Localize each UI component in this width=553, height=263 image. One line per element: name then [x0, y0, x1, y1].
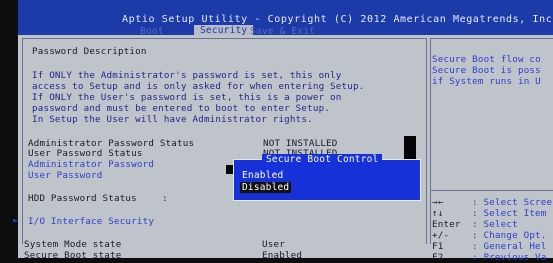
key-label: Enter: [432, 219, 461, 230]
arrow-keys-horizontal-icon: →←: [432, 197, 444, 208]
key-hint-help: F1 : General Hel: [432, 241, 547, 252]
key-hint-change: +/- : Change Opt.: [432, 230, 547, 241]
help-text-line: Secure Boot is poss: [432, 65, 541, 76]
description-line: If ONLY the Administrator's password is …: [32, 70, 342, 81]
key-hint-enter: Enter : Select: [432, 219, 518, 230]
key-label: F1: [432, 241, 444, 252]
help-text-line: if System runs in U: [432, 76, 541, 87]
secure-boot-state-label: Secure Boot state: [24, 250, 122, 261]
key-hint-desc: : Select Scree: [472, 197, 553, 208]
bios-screen: Aptio Setup Utility - Copyright (C) 2012…: [0, 0, 553, 263]
help-text-line: Secure Boot flow co: [432, 54, 541, 65]
key-hint-select-item: ↑↓ : Select Item: [432, 208, 547, 219]
help-divider: [430, 190, 553, 191]
description-line: password and must be entered to boot to …: [32, 103, 331, 114]
option-enabled[interactable]: Enabled: [242, 170, 283, 181]
description-heading: Password Description: [32, 46, 147, 57]
description-line: In Setup the User will have Administrato…: [32, 114, 313, 125]
secure-boot-state-value: Enabled: [262, 250, 303, 261]
key-hint-desc: : General Hel: [472, 241, 547, 252]
arrow-keys-vertical-icon: ↑↓: [432, 208, 444, 219]
hdd-password-status-label: HDD Password Status: [28, 193, 137, 204]
key-hint-desc: : Change Opt.: [472, 230, 547, 241]
user-password-status-label: User Password Status: [28, 148, 143, 159]
admin-password-item[interactable]: Administrator Password: [28, 159, 154, 170]
key-hint-desc: : Select Item: [472, 208, 547, 219]
description-line: access to Setup and is only asked for wh…: [32, 81, 365, 92]
submenu-arrow-icon: ►: [13, 215, 19, 226]
secure-boot-control-popup: Secure Boot Control Enabled Disabled: [233, 154, 421, 201]
key-hint-desc: : Select: [472, 219, 518, 230]
title-text: Aptio Setup Utility - Copyright (C) 2012…: [122, 14, 553, 25]
key-hint-select-screen: →← : Select Scree: [432, 197, 552, 208]
option-disabled[interactable]: Disabled: [240, 182, 292, 193]
description-line: If ONLY the User's password is set, this…: [32, 92, 342, 103]
system-mode-value: User: [262, 239, 285, 250]
system-mode-label: System Mode state: [24, 239, 122, 250]
hdd-password-separator: :: [162, 193, 168, 204]
user-password-item[interactable]: User Password: [28, 170, 103, 181]
key-label: +/-: [432, 230, 450, 241]
title-bar: Aptio Setup Utility - Copyright (C) 2012…: [18, 0, 553, 37]
main-panel: Password Description If ONLY the Adminis…: [13, 35, 553, 263]
io-interface-security-item[interactable]: I/O Interface Security: [28, 216, 154, 227]
popup-title: Secure Boot Control: [262, 154, 383, 165]
